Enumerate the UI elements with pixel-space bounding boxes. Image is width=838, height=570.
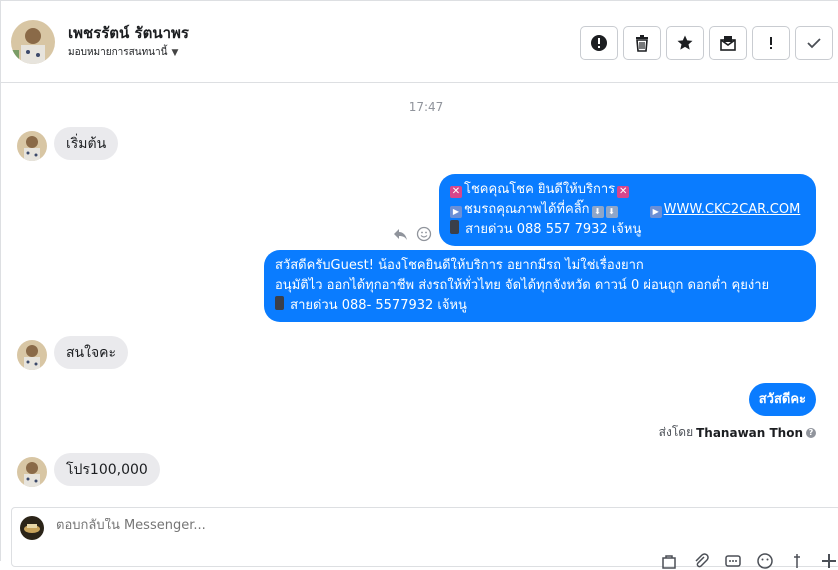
info-icon[interactable]: ? bbox=[806, 427, 816, 438]
reply-composer bbox=[11, 507, 838, 570]
message-text: สวัสดีคะ bbox=[758, 391, 806, 407]
attachment-icon[interactable] bbox=[692, 552, 710, 570]
mark-unread-button[interactable] bbox=[709, 26, 747, 60]
message-text: สนใจคะ bbox=[66, 344, 117, 361]
down-arrow-icon: ⬇ bbox=[605, 206, 618, 218]
done-button[interactable] bbox=[795, 26, 833, 60]
contact-avatar[interactable] bbox=[11, 20, 55, 64]
pin-icon[interactable] bbox=[788, 552, 806, 570]
cross-mark-icon: ✕ bbox=[450, 186, 462, 198]
check-icon bbox=[807, 38, 821, 49]
shop-icon[interactable] bbox=[660, 552, 678, 570]
website-link[interactable]: WWW.CKC2CAR.COM bbox=[664, 202, 801, 217]
sender-name[interactable]: Thanawan Thon bbox=[696, 426, 803, 440]
delete-button[interactable] bbox=[623, 26, 661, 60]
outgoing-message[interactable]: สวัสดีครับGuest! น้องโชคยินดีให้บริการ อ… bbox=[264, 250, 816, 322]
incoming-message[interactable]: สนใจคะ bbox=[54, 336, 129, 369]
star-button[interactable] bbox=[666, 26, 704, 60]
outgoing-message[interactable]: สวัสดีคะ bbox=[748, 383, 816, 416]
trash-icon bbox=[636, 35, 648, 52]
header-toolbar bbox=[580, 26, 833, 60]
message-line: สายด่วน 088- 5577932 เจ้หนู bbox=[290, 298, 467, 313]
message-line: สายด่วน 088 557 7932 เจ้หนู bbox=[465, 222, 642, 237]
message-text: เริ่มต้น bbox=[66, 135, 107, 152]
cross-mark-icon: ✕ bbox=[617, 186, 630, 198]
sent-by-prefix: ส่งโดย bbox=[658, 425, 694, 439]
spam-button[interactable] bbox=[580, 26, 618, 60]
sender-avatar[interactable] bbox=[17, 457, 47, 487]
page-avatar bbox=[20, 516, 44, 540]
follow-up-button[interactable] bbox=[752, 26, 790, 60]
contact-name[interactable]: เพชรรัตน์ รัตนาพร bbox=[68, 21, 189, 45]
phone-icon bbox=[275, 296, 284, 310]
sender-avatar[interactable] bbox=[17, 131, 47, 161]
message-actions bbox=[392, 226, 432, 242]
down-arrow-icon: ⬇ bbox=[591, 206, 604, 218]
incoming-message[interactable]: เริ่มต้น bbox=[54, 127, 119, 160]
assign-label: มอบหมายการสนทนานี้ bbox=[68, 47, 168, 58]
more-icon[interactable] bbox=[820, 552, 838, 570]
smile-icon[interactable] bbox=[416, 226, 432, 242]
phone-icon bbox=[450, 220, 459, 234]
sender-avatar[interactable] bbox=[17, 340, 47, 370]
message-line: สวัสดีครับGuest! น้องโชคยินดีให้บริการ อ… bbox=[275, 258, 644, 273]
reply-input[interactable] bbox=[56, 518, 656, 533]
composer-toolbar bbox=[660, 552, 838, 570]
sent-by-label: ส่งโดย Thanawan Thon ? bbox=[659, 423, 816, 442]
exclamation-icon bbox=[770, 37, 772, 49]
play-icon: ▶ bbox=[450, 206, 462, 218]
reply-icon[interactable] bbox=[392, 226, 408, 242]
star-icon bbox=[677, 35, 693, 50]
alert-icon bbox=[591, 35, 607, 51]
message-timestamp: 17:47 bbox=[408, 100, 444, 114]
assign-conversation-dropdown[interactable]: มอบหมายการสนทนานี้ ▼ bbox=[68, 45, 178, 60]
play-icon: ▶ bbox=[649, 206, 662, 218]
emoji-icon[interactable] bbox=[756, 552, 774, 570]
caret-down-icon: ▼ bbox=[171, 47, 179, 58]
conversation-header: เพชรรัตน์ รัตนาพร มอบหมายการสนทนานี้ ▼ bbox=[1, 1, 838, 83]
message-line: ชมรถคุณภาพได้ที่คลิ๊ก bbox=[464, 202, 590, 217]
mark-unread-icon bbox=[720, 36, 736, 51]
message-line: อนุมัติไว ออกได้ทุกอาชีพ ส่งรถให้ทั่วไทย… bbox=[275, 278, 770, 293]
message-text: โปร100,000 bbox=[66, 461, 148, 478]
saved-reply-icon[interactable] bbox=[724, 552, 742, 570]
incoming-message[interactable]: โปร100,000 bbox=[54, 453, 160, 486]
message-line: โชคคุณโชค ยินดีให้บริการ bbox=[464, 182, 616, 197]
outgoing-message[interactable]: ✕ โชคคุณโชค ยินดีให้บริการ ✕ ▶ ชมรถคุณภาพได… bbox=[439, 174, 816, 246]
